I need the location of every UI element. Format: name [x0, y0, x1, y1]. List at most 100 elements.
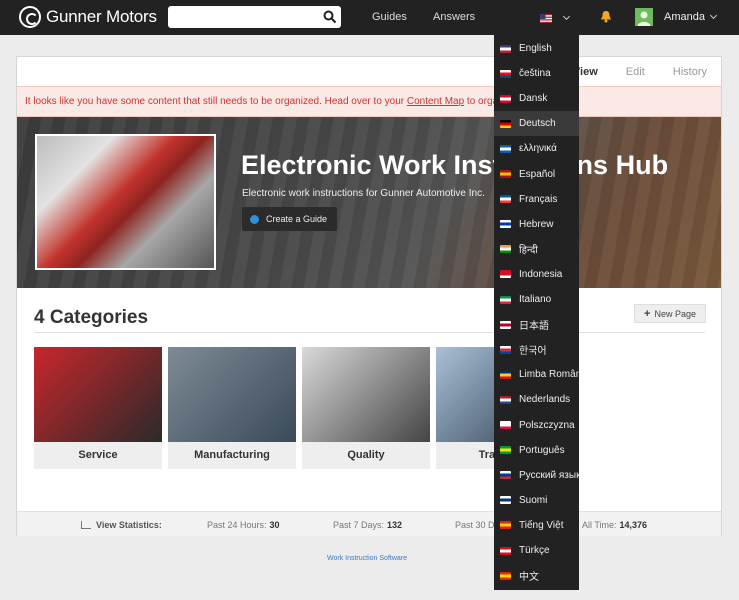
language-option[interactable]: Русский язык	[494, 463, 579, 488]
user-name[interactable]: Amanda	[664, 11, 705, 23]
flag-icon	[500, 496, 511, 505]
flag-icon	[500, 220, 511, 229]
language-option[interactable]: Indonesia	[494, 262, 579, 287]
page-title: Electronic Work Instructions Hub	[241, 150, 669, 180]
flag-icon	[500, 345, 511, 354]
notice-text: It looks like you have some content that…	[25, 96, 407, 107]
flag-icon	[500, 69, 511, 78]
language-option[interactable]: čeština	[494, 61, 579, 86]
language-option[interactable]: हिन्दी	[494, 237, 579, 262]
create-guide-button[interactable]: Create a Guide	[242, 207, 338, 231]
flag-icon	[500, 421, 511, 429]
tab-history[interactable]: History	[659, 57, 721, 87]
language-option[interactable]: 한국어	[494, 337, 579, 362]
language-option[interactable]: Italiano	[494, 287, 579, 312]
language-option[interactable]: Tiếng Việt	[494, 513, 579, 538]
plus-icon: +	[644, 307, 651, 320]
page-subtitle: Electronic work instructions for Gunner …	[242, 188, 485, 199]
bar-chart-icon	[81, 521, 91, 529]
language-option[interactable]: 中文	[494, 563, 579, 588]
language-option[interactable]: Polszczyzna	[494, 413, 579, 438]
language-label: Indonesia	[519, 268, 563, 280]
category-image	[302, 347, 430, 442]
category-service[interactable]: Service	[34, 347, 162, 469]
flag-icon	[500, 320, 511, 329]
stats-label: View Statistics:	[81, 520, 162, 530]
search-input[interactable]	[168, 6, 341, 28]
category-image	[34, 347, 162, 442]
language-option[interactable]: Limba Română	[494, 362, 579, 387]
search-icon[interactable]	[323, 10, 337, 24]
language-option[interactable]: Español	[494, 162, 579, 187]
language-label: Nederlands	[519, 394, 571, 406]
view-statistics: View Statistics: Past 24 Hours: 30 Past 7…	[17, 511, 721, 536]
language-label: Türkçe	[519, 545, 550, 556]
nav-answers[interactable]: Answers	[433, 11, 475, 23]
us-flag-icon	[540, 13, 552, 23]
new-page-button[interactable]: + New Page	[634, 304, 706, 323]
language-label: Español	[519, 168, 556, 180]
language-option[interactable]: Hebrew	[494, 212, 579, 237]
language-option[interactable]: ελληνικά	[494, 136, 579, 161]
language-menu: English čeština Dansk Deutsch ελληνικά Españo…	[494, 35, 579, 590]
flag-icon	[500, 94, 511, 103]
flag-icon	[500, 521, 511, 530]
language-label: ελληνικά	[519, 143, 557, 155]
page-tabs: View Edit History	[559, 57, 721, 87]
flag-icon	[500, 446, 511, 455]
flag-icon	[500, 546, 511, 555]
flag-icon	[500, 195, 511, 204]
flag-icon	[500, 270, 511, 279]
footer-link[interactable]: Work Instruction Software	[327, 555, 407, 562]
flag-icon	[500, 119, 511, 128]
divider	[34, 332, 705, 333]
new-page-label: New Page	[654, 308, 696, 319]
user-icon	[637, 11, 651, 26]
language-label: 中文	[519, 572, 539, 584]
flag-icon	[500, 471, 511, 480]
flag-icon	[500, 395, 511, 404]
chevron-down-icon[interactable]	[709, 11, 718, 20]
categories-heading: 4 Categories	[34, 307, 149, 328]
language-option[interactable]: Nederlands	[494, 387, 579, 412]
organize-notice: It looks like you have some content that…	[17, 86, 721, 117]
language-label: Français	[519, 193, 558, 205]
chevron-down-icon	[562, 12, 571, 21]
language-label: Limba Română	[519, 369, 579, 381]
avatar[interactable]	[635, 8, 653, 26]
category-manufacturing[interactable]: Manufacturing	[168, 347, 296, 469]
language-label: Tiếng Việt	[519, 519, 564, 531]
category-label: Service	[78, 449, 118, 461]
create-guide-label: Create a Guide	[266, 214, 328, 224]
flag-icon	[500, 170, 511, 178]
language-selector[interactable]	[540, 12, 572, 24]
language-option[interactable]: Türkçe	[494, 538, 579, 563]
language-option[interactable]: Português	[494, 438, 579, 463]
flag-icon	[500, 245, 511, 254]
logo-icon	[19, 6, 41, 28]
nav-guides[interactable]: Guides	[372, 11, 407, 23]
language-option[interactable]: English	[494, 36, 579, 61]
language-option[interactable]: Deutsch	[494, 111, 579, 137]
bell-icon[interactable]	[600, 10, 612, 23]
language-option[interactable]: Suomi	[494, 488, 579, 513]
language-label: čeština	[519, 68, 551, 80]
flag-icon	[500, 295, 511, 304]
language-option[interactable]: Dansk	[494, 86, 579, 111]
language-label: Português	[519, 444, 565, 456]
hero-image	[35, 134, 216, 270]
language-label: Polszczyzna	[519, 419, 575, 431]
tab-edit[interactable]: Edit	[612, 57, 659, 87]
flag-icon	[500, 144, 511, 153]
stat-7d: Past 7 Days: 132	[333, 520, 403, 530]
content-map-link[interactable]: Content Map	[407, 96, 464, 107]
category-label: Quality	[347, 449, 385, 461]
language-label: हिन्दी	[519, 245, 538, 257]
brand-logo[interactable]: Gunner Motors	[19, 6, 157, 28]
language-option[interactable]: 日本語	[494, 312, 579, 337]
language-label: 한국어	[519, 346, 547, 358]
stat-all-time: All Time: 14,376	[582, 520, 648, 530]
category-quality[interactable]: Quality	[302, 347, 430, 469]
language-option[interactable]: Français	[494, 187, 579, 212]
flag-icon	[500, 571, 511, 580]
